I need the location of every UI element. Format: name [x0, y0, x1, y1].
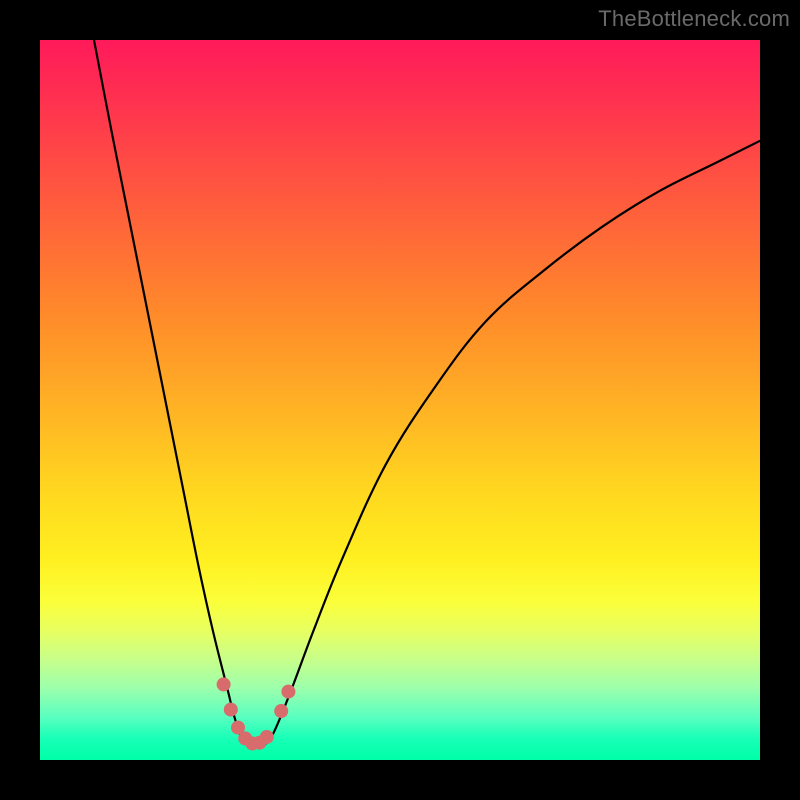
- marker-point: [217, 677, 231, 691]
- chart-frame: TheBottleneck.com: [0, 0, 800, 800]
- marker-point: [224, 703, 238, 717]
- curve-layer: [40, 40, 760, 760]
- curve-markers: [217, 677, 296, 750]
- marker-point: [281, 685, 295, 699]
- watermark-text: TheBottleneck.com: [598, 6, 790, 32]
- plot-area: [40, 40, 760, 760]
- marker-point: [260, 730, 274, 744]
- bottleneck-curve: [94, 40, 760, 746]
- marker-point: [274, 704, 288, 718]
